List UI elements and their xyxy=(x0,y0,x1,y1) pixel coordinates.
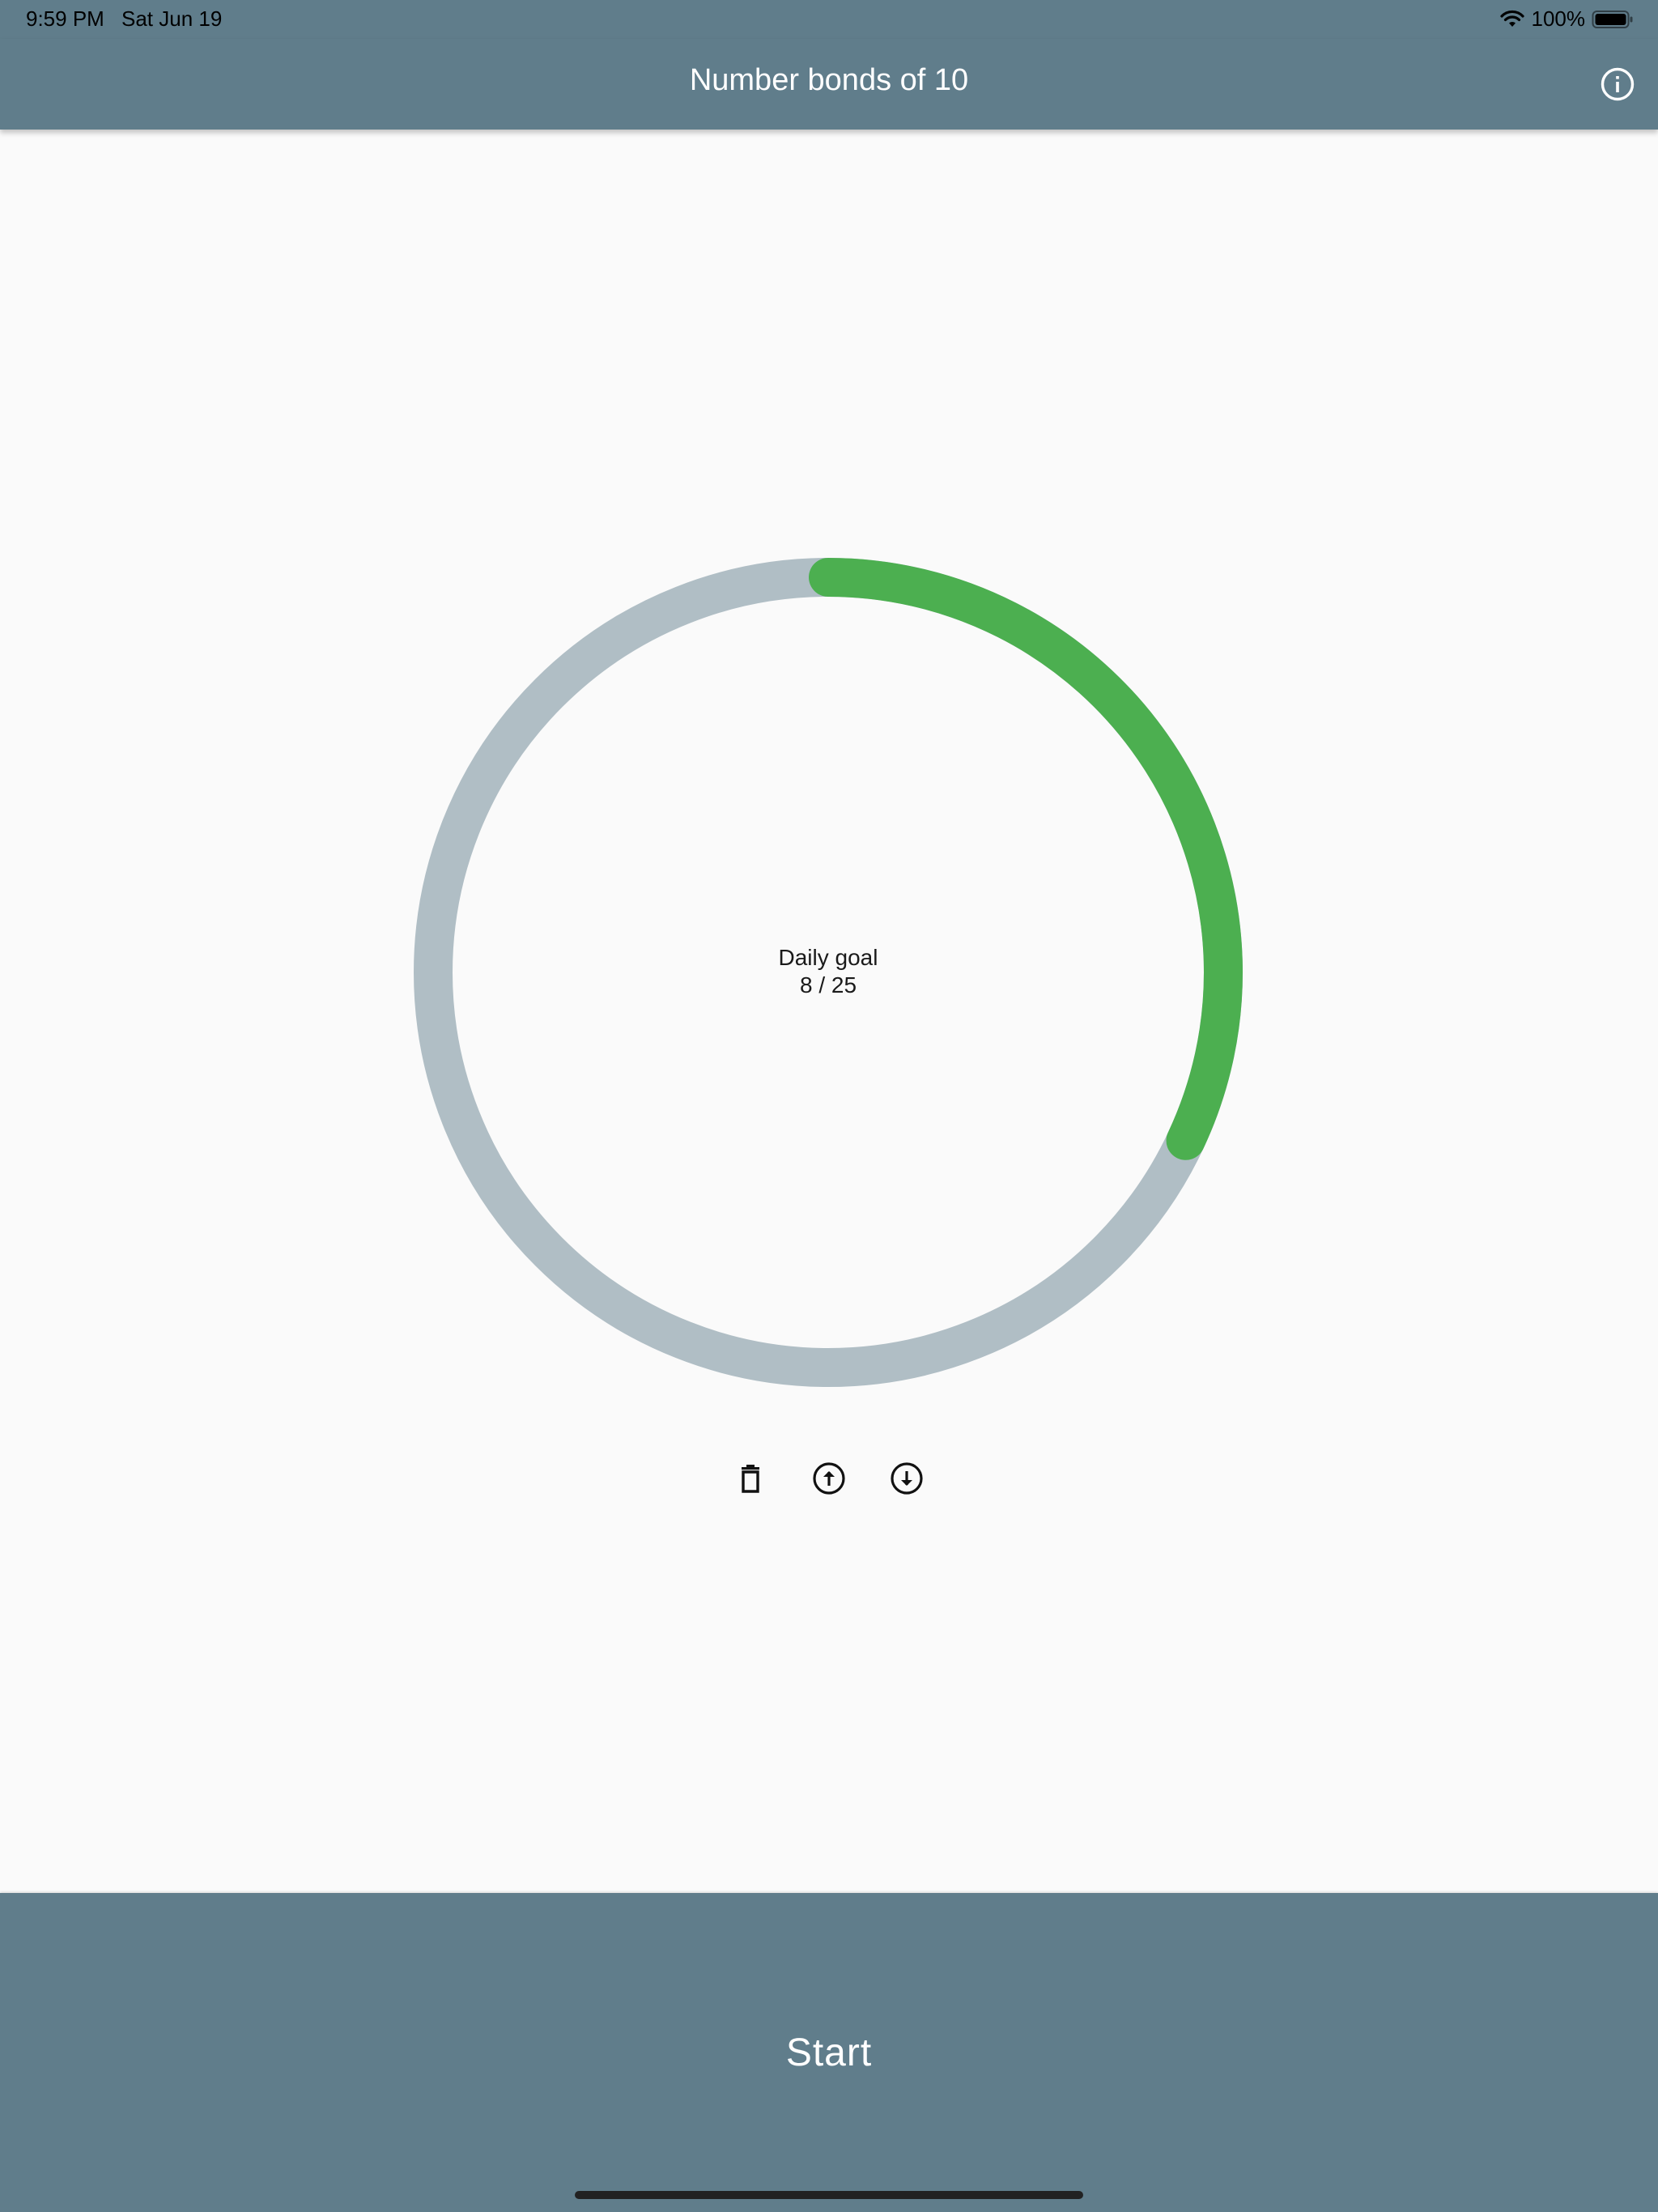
goal-count: 8 / 25 xyxy=(799,972,857,998)
arrow-up-circle-icon xyxy=(813,1462,845,1495)
goal-label: Daily goal xyxy=(778,945,878,970)
arrow-down-circle-icon xyxy=(891,1462,923,1495)
status-bar: 9:59 PM Sat Jun 19 100% xyxy=(0,0,1658,39)
page-title: Number bonds of 10 xyxy=(689,63,969,97)
status-indicators: 100% xyxy=(1499,6,1635,32)
wifi-icon xyxy=(1499,10,1524,27)
decrease-goal-button[interactable] xyxy=(882,1454,931,1503)
daily-goal-progress: Daily goal 8 / 25 xyxy=(413,557,1244,1388)
goal-text: Daily goal 8 / 25 xyxy=(413,944,1244,999)
app-bar: Number bonds of 10 xyxy=(0,39,1658,130)
trash-icon xyxy=(742,1465,759,1493)
delete-button[interactable] xyxy=(726,1454,775,1503)
battery-percent: 100% xyxy=(1531,6,1586,31)
start-button-label: Start xyxy=(785,2031,873,2074)
info-button[interactable] xyxy=(1596,63,1639,105)
screen: 9:59 PM Sat Jun 19 100% Number bonds of … xyxy=(0,0,1658,2212)
goal-actions xyxy=(0,1454,1658,1503)
status-date: Sat Jun 19 xyxy=(121,6,223,31)
progress-arc xyxy=(809,558,1243,1160)
battery-full-icon xyxy=(1592,10,1633,28)
start-button[interactable]: Start xyxy=(0,1893,1658,2212)
increase-goal-button[interactable] xyxy=(805,1454,853,1503)
status-time: 9:59 PM xyxy=(26,6,104,31)
home-indicator[interactable] xyxy=(575,2191,1083,2199)
info-icon xyxy=(1601,67,1635,101)
